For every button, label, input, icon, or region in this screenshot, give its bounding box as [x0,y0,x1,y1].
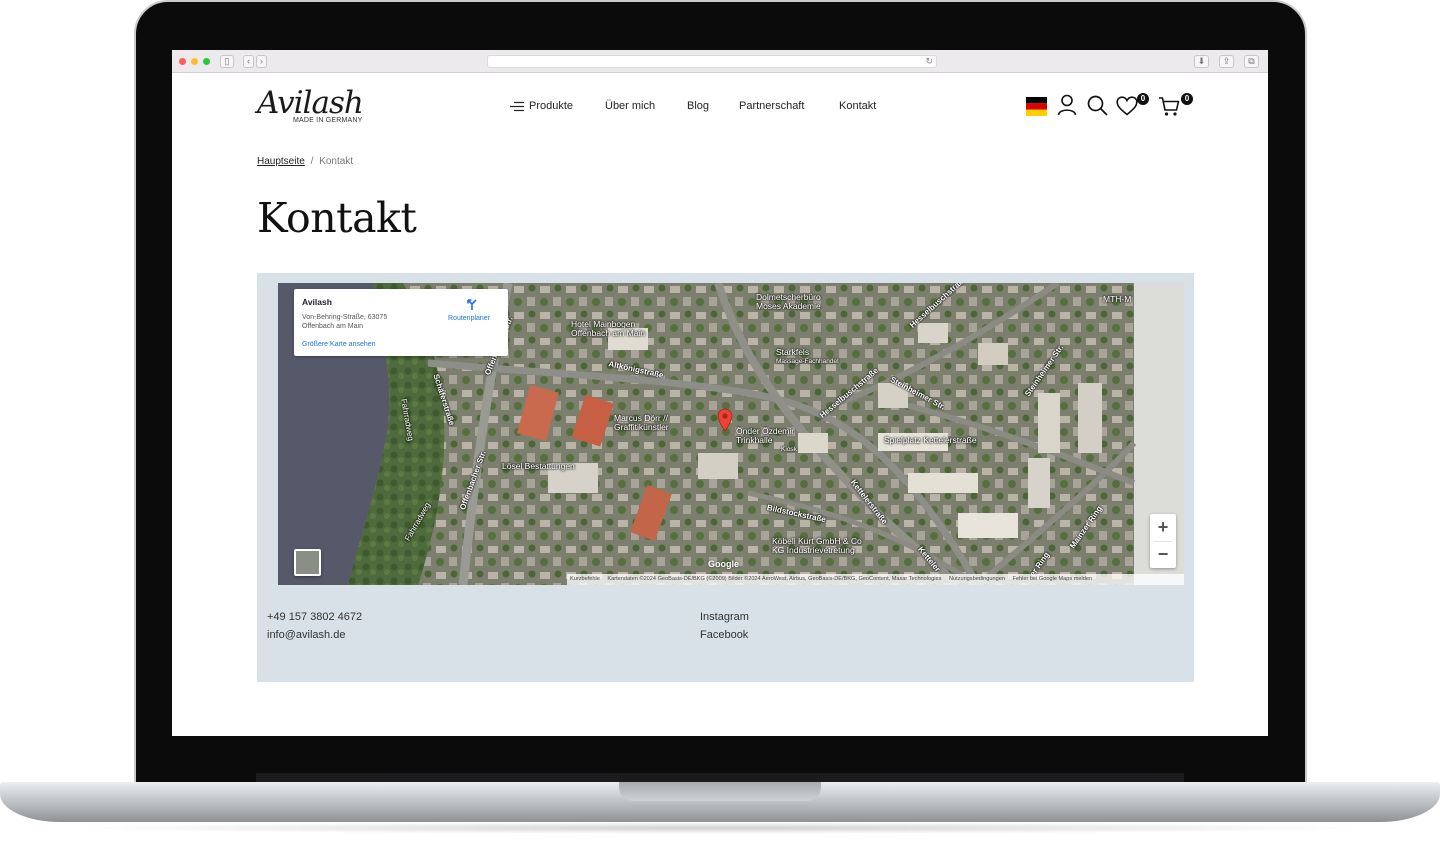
browser-toolbar: ▯ ‹ › ↻ ⬇ ⇪ ⧉ [172,50,1268,73]
contact-phone[interactable]: +49 157 3802 4672 [267,608,362,626]
map-label-mth: MTH-M [1103,294,1132,304]
screen-bezel-bottom [256,773,1184,782]
brand-tagline: MADE IN GERMANY [293,117,363,124]
map-label-koebel: Köbeli Kurt GmbH & Co KG Industrievetret… [772,536,862,555]
larger-map-link[interactable]: Größere Karte ansehen [302,341,376,348]
zoom-out-button[interactable]: − [1150,541,1176,568]
map-label-marcus: Marcus Dörr // Graffitikünstler [614,413,669,432]
tabs-icon[interactable]: ⧉ [1244,55,1259,68]
brand-name: Avilash [257,85,364,121]
map-card-address-line2: Offenbach am Main [302,323,363,330]
german-flag-icon[interactable] [1026,97,1047,116]
breadcrumb-separator: / [310,156,314,167]
map-card-address: Von-Behring-Straße, 63075 Offenbach am M… [302,313,412,331]
download-icon[interactable]: ⬇ [1194,55,1209,68]
nav-item-ueber-mich[interactable]: Über mich [605,100,655,112]
facebook-link[interactable]: Facebook [700,626,749,644]
map-label-starkfels: Starkfels [776,347,810,357]
nav-item-partnerschaft[interactable]: Partnerschaft [739,100,804,112]
cart-icon[interactable] [1158,96,1180,117]
wishlist-count-badge: 0 [1137,93,1149,105]
google-logo: Google [708,559,739,569]
contact-details: +49 157 3802 4672 info@avilash.de [267,608,362,644]
map-label-dolmetscher: Dolmetscherbüro Moses Akademie [756,292,821,311]
map-info-card: Avilash Von-Behring-Straße, 63075 Offenb… [294,289,508,356]
location-pin-icon[interactable] [717,408,733,432]
reload-icon[interactable]: ↻ [925,56,933,67]
map-label-spielplatz: Spielplatz Kettelerstraße [884,435,977,445]
close-window-button[interactable] [179,58,186,65]
map-label-starkfels-sub: Massage-Fachhandel [776,358,839,365]
menu-icon[interactable] [510,101,524,112]
map-label-kiosk: Kiosk [781,446,797,453]
laptop-notch [619,782,821,801]
user-icon[interactable] [1057,94,1077,116]
page-title: Kontakt [257,194,417,242]
map-card-address-line1: Von-Behring-Straße, 63075 [302,314,388,321]
map-label-loesel: Lösel Bestattungen [502,461,575,471]
laptop-shadow [60,822,1380,834]
map-data-attribution: Kartendaten ©2024 GeoBasis-DE/BKG (©2009… [607,576,942,582]
map-terms-link[interactable]: Nutzungsbedingungen [949,576,1005,582]
map-label-onder: Önder Özdemir Trinkhalle [736,426,795,445]
social-links: Instagram Facebook [700,608,749,644]
heart-icon[interactable] [1116,96,1138,116]
nav-item-kontakt[interactable]: Kontakt [839,100,876,112]
zoom-window-button[interactable] [203,58,210,65]
breadcrumb-current: Kontakt [319,156,354,167]
sidebar-toggle-icon[interactable]: ▯ [220,55,234,68]
zoom-in-button[interactable]: + [1150,514,1176,541]
map-report-link[interactable]: Fehler bei Google Maps melden [1013,576,1093,582]
route-planner-link[interactable]: Routenplaner [448,315,490,322]
contact-email[interactable]: info@avilash.de [267,626,362,644]
breadcrumb-home-link[interactable]: Hauptseite [257,156,305,167]
address-bar[interactable]: ↻ [487,55,937,68]
browser-screen: ▯ ‹ › ↻ ⬇ ⇪ ⧉ Avilash MADE IN GERMANY Pr… [172,50,1268,736]
map-shortcuts-link[interactable]: Kurzbefehle [570,576,600,582]
directions-icon[interactable] [465,297,479,311]
nav-item-blog[interactable]: Blog [687,100,709,112]
map-label-hotel: Hotel Mainbogen Offenbach am Main [571,319,646,338]
cart-count-badge: 0 [1181,93,1193,105]
minimize-window-button[interactable] [191,58,198,65]
map-card-title: Avilash [302,297,332,307]
breadcrumb: Hauptseite / Kontakt [257,156,353,167]
nav-item-produkte[interactable]: Produkte [529,100,573,112]
forward-icon[interactable]: › [256,55,267,68]
instagram-link[interactable]: Instagram [700,608,749,626]
brand-logo[interactable]: Avilash MADE IN GERMANY [257,85,364,124]
search-icon[interactable] [1087,95,1108,116]
share-icon[interactable]: ⇪ [1219,55,1234,68]
zoom-controls: + − [1150,514,1176,568]
map-attribution-bar: Kurzbefehle Kartendaten ©2024 GeoBasis-D… [567,574,1184,585]
map-layer-toggle[interactable] [294,549,321,576]
contact-panel: made MTH-M Hotel Mainbogen Offenbach am … [257,273,1194,682]
back-icon[interactable]: ‹ [243,55,254,68]
google-map[interactable]: made MTH-M Hotel Mainbogen Offenbach am … [278,283,1184,585]
